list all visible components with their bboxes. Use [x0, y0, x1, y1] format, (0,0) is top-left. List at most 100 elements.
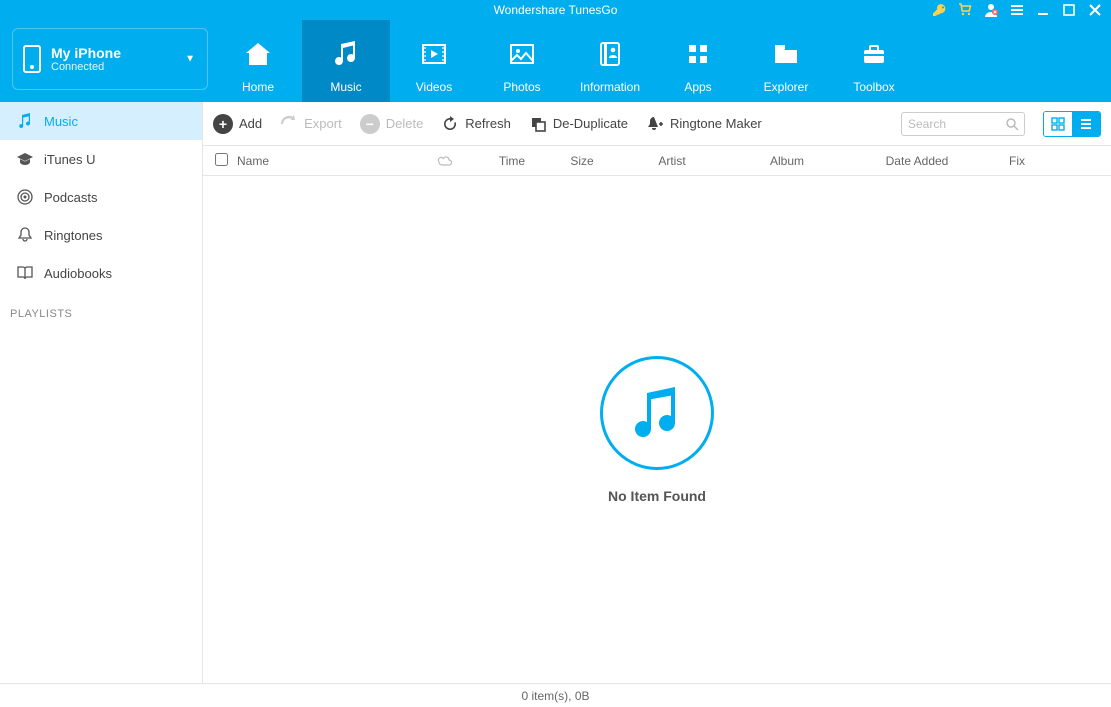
nav-explorer[interactable]: Explorer	[742, 20, 830, 102]
videos-icon	[417, 34, 451, 74]
bell-icon	[16, 226, 34, 244]
content: + Add Export − Delete Refresh	[203, 102, 1111, 683]
statusbar: 0 item(s), 0B	[0, 683, 1111, 707]
music-note-icon	[16, 112, 34, 130]
toolbar: + Add Export − Delete Refresh	[203, 102, 1111, 146]
book-icon	[16, 264, 34, 282]
bell-plus-icon	[646, 115, 664, 133]
column-artist[interactable]: Artist	[617, 154, 727, 168]
sidebar-item-itunesu[interactable]: iTunes U	[0, 140, 202, 178]
cart-icon[interactable]	[957, 2, 973, 18]
phone-icon	[23, 45, 41, 73]
music-icon	[329, 34, 363, 74]
device-status: Connected	[51, 61, 121, 73]
nav-videos[interactable]: Videos	[390, 20, 478, 102]
export-icon	[280, 115, 298, 133]
sidebar-label: Ringtones	[44, 228, 103, 243]
body: Music iTunes U Podcasts Ringtones Audiob…	[0, 102, 1111, 683]
apps-icon	[681, 34, 715, 74]
status-text: 0 item(s), 0B	[521, 689, 589, 703]
add-button[interactable]: + Add	[213, 114, 262, 134]
nav-label: Home	[242, 80, 274, 94]
empty-music-icon	[600, 356, 714, 470]
search-icon	[1005, 117, 1019, 131]
plus-icon: +	[213, 114, 233, 134]
app-title: Wondershare TunesGo	[494, 3, 618, 17]
sidebar-item-music[interactable]: Music	[0, 102, 202, 140]
column-album[interactable]: Album	[727, 154, 847, 168]
nav-label: Apps	[684, 80, 711, 94]
sidebar-label: Music	[44, 114, 78, 129]
empty-message: No Item Found	[608, 488, 706, 504]
nav-label: Explorer	[764, 80, 809, 94]
export-button[interactable]: Export	[280, 115, 342, 133]
nav-music[interactable]: Music	[302, 20, 390, 102]
sidebar-label: Podcasts	[44, 190, 97, 205]
tool-label: De-Duplicate	[553, 116, 628, 131]
empty-state: No Item Found	[203, 176, 1111, 683]
search-box	[901, 112, 1025, 136]
sidebar-label: iTunes U	[44, 152, 96, 167]
tool-label: Ringtone Maker	[670, 116, 762, 131]
view-toggle	[1043, 111, 1101, 137]
sidebar-label: Audiobooks	[44, 266, 112, 281]
sidebar-playlists-header: PLAYLISTS	[0, 292, 202, 326]
delete-button[interactable]: − Delete	[360, 114, 424, 134]
graduation-icon	[16, 150, 34, 168]
photos-icon	[505, 34, 539, 74]
sidebar-item-podcasts[interactable]: Podcasts	[0, 178, 202, 216]
column-name[interactable]: Name	[237, 154, 437, 168]
refresh-icon	[441, 115, 459, 133]
window-controls	[931, 0, 1103, 20]
view-list-button[interactable]	[1072, 112, 1100, 136]
main-nav: Home Music Videos Photos Information	[214, 20, 1111, 102]
ringtone-maker-button[interactable]: Ringtone Maker	[646, 115, 762, 133]
header: My iPhone Connected ▼ Home Music Videos	[0, 20, 1111, 102]
sidebar: Music iTunes U Podcasts Ringtones Audiob…	[0, 102, 203, 683]
cloud-icon	[437, 155, 477, 167]
column-size[interactable]: Size	[547, 154, 617, 168]
minus-icon: −	[360, 114, 380, 134]
nav-label: Toolbox	[853, 80, 894, 94]
deduplicate-button[interactable]: De-Duplicate	[529, 115, 628, 133]
select-all-checkbox[interactable]	[215, 153, 237, 169]
chevron-down-icon: ▼	[185, 54, 195, 65]
column-time[interactable]: Time	[477, 154, 547, 168]
nav-toolbox[interactable]: Toolbox	[830, 20, 918, 102]
nav-apps[interactable]: Apps	[654, 20, 742, 102]
column-date-added[interactable]: Date Added	[847, 154, 987, 168]
nav-label: Videos	[416, 80, 452, 94]
sidebar-item-ringtones[interactable]: Ringtones	[0, 216, 202, 254]
sidebar-item-audiobooks[interactable]: Audiobooks	[0, 254, 202, 292]
view-grid-button[interactable]	[1044, 112, 1072, 136]
device-text: My iPhone Connected	[51, 45, 121, 73]
minimize-button[interactable]	[1035, 2, 1051, 18]
nav-label: Photos	[503, 80, 540, 94]
close-button[interactable]	[1087, 2, 1103, 18]
tool-label: Delete	[386, 116, 424, 131]
nav-home[interactable]: Home	[214, 20, 302, 102]
podcast-icon	[16, 188, 34, 206]
explorer-icon	[769, 34, 803, 74]
tool-label: Add	[239, 116, 262, 131]
maximize-button[interactable]	[1061, 2, 1077, 18]
device-selector[interactable]: My iPhone Connected ▼	[12, 28, 208, 90]
toolbox-icon	[857, 34, 891, 74]
column-fix[interactable]: Fix	[987, 154, 1047, 168]
user-icon[interactable]	[983, 2, 999, 18]
refresh-button[interactable]: Refresh	[441, 115, 511, 133]
table-header: Name Time Size Artist Album Date Added F…	[203, 146, 1111, 176]
key-icon[interactable]	[931, 2, 947, 18]
duplicate-icon	[529, 115, 547, 133]
device-name: My iPhone	[51, 45, 121, 61]
home-icon	[241, 34, 275, 74]
nav-information[interactable]: Information	[566, 20, 654, 102]
titlebar: Wondershare TunesGo	[0, 0, 1111, 20]
nav-photos[interactable]: Photos	[478, 20, 566, 102]
tool-label: Refresh	[465, 116, 511, 131]
menu-icon[interactable]	[1009, 2, 1025, 18]
nav-label: Information	[580, 80, 640, 94]
information-icon	[593, 34, 627, 74]
tool-label: Export	[304, 116, 342, 131]
nav-label: Music	[330, 80, 361, 94]
